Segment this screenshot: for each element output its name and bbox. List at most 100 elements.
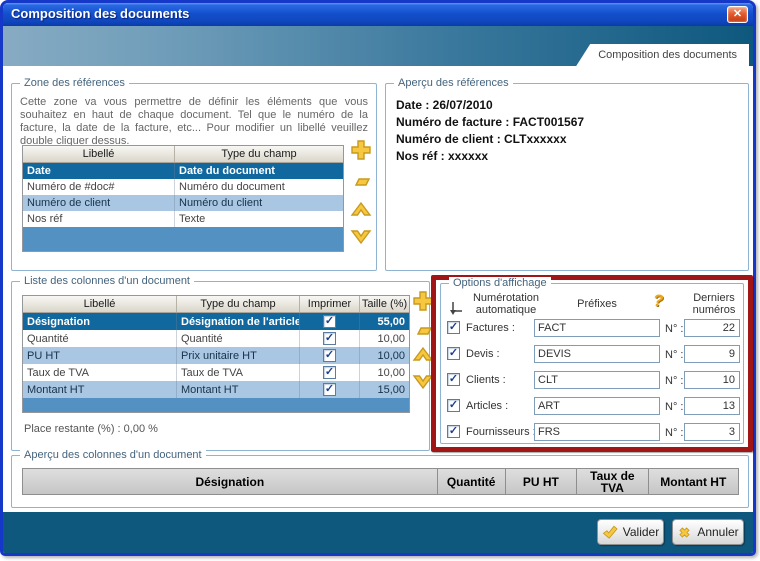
table-row[interactable]: Date Date du document [23,163,343,179]
cell-libelle: Quantité [23,330,177,347]
zone-references-description: Cette zone va vous permettre de définir … [20,96,368,147]
table-filler [23,398,409,412]
articles-prefix-input[interactable] [534,397,660,415]
articles-label: Articles : [466,400,509,412]
group-liste-colonnes: Liste des colonnes d'un document Libellé… [11,275,434,451]
devis-checkbox[interactable]: ✓ [447,347,460,360]
col-label-derniers-numeros: Derniers numéros [692,292,736,316]
devis-prefix-input[interactable] [534,345,660,363]
option-row-devis: ✓ Devis : N° : [441,345,743,363]
cell-libelle: Montant HT [23,381,177,398]
numero-label: N° : [665,323,684,335]
columns-preview-table: Désignation Quantité PU HT Taux de TVA M… [22,468,739,495]
move-down-icon[interactable] [412,370,434,392]
cell-libelle: Désignation [23,313,177,330]
move-up-icon[interactable] [412,344,434,366]
group-apercu-colonnes-legend: Aperçu des colonnes d'un document [20,449,206,461]
cell-type: Montant HT [177,381,300,398]
cell-libelle: Nos réf [23,211,175,227]
clients-label: Clients : [466,374,506,386]
table-row[interactable]: Taux de TVA Taux de TVA ✓ 10,00 [23,364,409,381]
fournisseurs-prefix-input[interactable] [534,423,660,441]
numero-label: N° : [665,349,684,361]
col-header-libelle: Libellé [23,296,177,312]
factures-prefix-input[interactable] [534,319,660,337]
group-zone-references-legend: Zone des références [20,77,129,89]
imprimer-checkbox[interactable]: ✓ [323,366,336,379]
clients-prefix-input[interactable] [534,371,660,389]
table-row[interactable]: Quantité Quantité ✓ 10,00 [23,330,409,347]
valider-label: Valider [622,525,660,539]
clients-number-input[interactable] [684,371,740,389]
group-apercu-references: Aperçu des références Date : 26/07/2010 … [385,77,749,271]
col-header-imprimer: Imprimer [300,296,360,312]
fournisseurs-checkbox[interactable]: ✓ [447,425,460,438]
factures-number-input[interactable] [684,319,740,337]
table-row[interactable]: Nos réf Texte [23,211,343,227]
annuler-button[interactable]: Annuler [672,519,744,545]
devis-number-input[interactable] [684,345,740,363]
preview-line-facture: Numéro de facture : FACT001567 [396,115,585,129]
imprimer-checkbox[interactable]: ✓ [323,349,336,362]
add-icon[interactable] [412,290,434,312]
dialog-composition-documents: Composition des documents ✕ Composition … [0,0,756,556]
preview-col-quantite: Quantité [437,469,506,494]
option-row-clients: ✓ Clients : N° : [441,371,743,389]
preview-col-taux-tva: Taux de TVA [577,469,649,494]
header-band: Composition des documents [3,26,753,66]
table-row[interactable]: Montant HT Montant HT ✓ 15,00 [23,381,409,398]
group-liste-colonnes-legend: Liste des colonnes d'un document [20,275,194,287]
window-title: Composition des documents [11,6,190,21]
col-header-type-champ: Type du champ [221,148,297,160]
cell-type: Numéro du client [179,197,263,209]
imprimer-checkbox[interactable]: ✓ [323,332,336,345]
preview-line-nosref: Nos réf : xxxxxx [396,149,489,163]
add-icon[interactable] [350,139,372,161]
tab-composition-documents[interactable]: Composition des documents [576,44,749,66]
col-label-numerotation: Numérotation automatique [472,292,540,316]
cell-type: Désignation de l'article [177,313,300,330]
valider-button[interactable]: Valider [597,519,664,545]
colonnes-toolbar [412,290,436,410]
numero-label: N° : [665,427,684,439]
devis-label: Devis : [466,348,500,360]
cell-type: Quantité [177,330,300,347]
table-row[interactable]: Numéro de #doc# Numéro du document [23,179,343,195]
cell-libelle: Taux de TVA [23,364,177,381]
cell-taille: 15,00 [377,383,405,396]
preview-col-designation: Désignation [23,469,438,494]
table-row[interactable]: Numéro de client Numéro du client [23,195,343,211]
articles-checkbox[interactable]: ✓ [447,399,460,412]
fournisseurs-number-input[interactable] [684,423,740,441]
table-row[interactable]: Désignation Désignation de l'article ✓ 5… [23,313,409,330]
factures-checkbox[interactable]: ✓ [447,321,460,334]
preview-col-pu-ht: PU HT [505,469,578,494]
footer-bar: Valider Annuler [3,512,753,553]
move-down-icon[interactable] [350,225,372,247]
move-up-icon[interactable] [350,199,372,221]
remove-icon[interactable] [412,320,434,342]
group-zone-references: Zone des références Cette zone va vous p… [11,77,377,271]
remove-icon[interactable] [350,171,372,193]
references-toolbar [350,139,374,269]
content-area: Zone des références Cette zone va vous p… [3,66,753,512]
cell-libelle: Numéro de client [23,195,175,211]
help-icon[interactable]: ? [653,291,663,311]
imprimer-checkbox[interactable]: ✓ [323,383,336,396]
clients-checkbox[interactable]: ✓ [447,373,460,386]
factures-label: Factures : [466,322,515,334]
cell-libelle: PU HT [23,347,177,364]
table-row[interactable]: PU HT Prix unitaire HT ✓ 10,00 [23,347,409,364]
auto-numbering-icon [450,302,462,315]
option-row-articles: ✓ Articles : N° : [441,397,743,415]
group-options-affichage-legend: Options d'affichage [449,277,551,289]
titlebar[interactable]: Composition des documents ✕ [3,3,753,26]
table-filler [23,227,343,251]
imprimer-checkbox[interactable]: ✓ [323,315,336,328]
group-options-affichage: Options d'affichage Numérotation automat… [440,277,744,444]
close-button[interactable]: ✕ [727,6,748,23]
articles-number-input[interactable] [684,397,740,415]
cell-type: Texte [179,213,206,225]
group-apercu-colonnes: Aperçu des colonnes d'un document Désign… [11,449,749,508]
tab-label: Composition des documents [598,49,737,61]
